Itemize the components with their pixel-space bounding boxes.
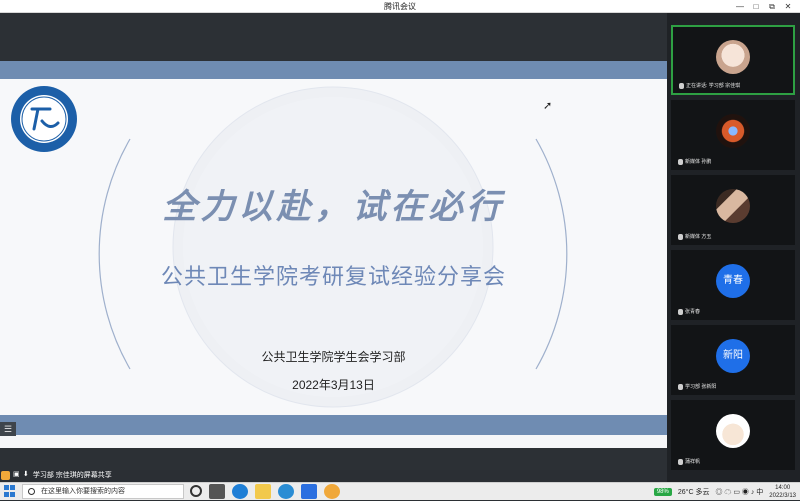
mic-icon [678,233,683,240]
edge-icon[interactable] [232,484,248,499]
participant-name: 张青春 [685,309,701,315]
mic-icon [678,158,683,165]
ie-icon[interactable] [278,484,294,499]
maximize-button[interactable]: □ [748,0,764,13]
shared-screen-area: 全力以赴，试在必行 公共卫生学院考研复试经验分享会 公共卫生学院学生会学习部 2… [0,13,667,470]
task-view-icon[interactable] [209,484,225,499]
tencent-meeting-icon[interactable] [301,484,317,499]
tray-icons[interactable]: ◎ ☁ ▭ ◉ ♪ 中 [715,487,763,497]
participant-tile[interactable]: 新媒体 孙鹏 [671,100,795,170]
clock-time: 14:00 [775,485,791,491]
download-icon: ⬇ [22,471,29,478]
presentation-slide: 全力以赴，试在必行 公共卫生学院考研复试经验分享会 公共卫生学院学生会学习部 2… [0,61,667,448]
app-icon[interactable] [324,484,340,499]
weather-label[interactable]: 26°C 多云 [678,487,710,497]
participant-avatar [716,189,750,223]
battery-indicator[interactable]: 98% [653,488,672,496]
minimize-button[interactable]: — [732,0,748,13]
participant-panel: 正在讲话: 学习部 宗佳琪 新媒体 孙鹏 新媒体 方玉 青春 张青春 新阳 学习… [667,13,800,483]
participant-name: 新媒体 方玉 [685,234,712,240]
mic-icon [678,383,683,390]
participant-tile[interactable]: 蒲祥帆 [671,400,795,470]
slide-body: 全力以赴，试在必行 公共卫生学院考研复试经验分享会 公共卫生学院学生会学习部 2… [0,79,667,415]
participant-name: 正在讲话: 学习部 宗佳琪 [686,83,741,89]
slide-subtitle: 公共卫生学院考研复试经验分享会 [160,264,506,289]
participant-tile[interactable]: 新媒体 方玉 [671,175,795,245]
user-icon [1,471,10,480]
slide-bottom-band [0,415,667,435]
windows-start-icon[interactable] [4,485,16,497]
participant-avatar [716,414,750,448]
slide-organizer: 公共卫生学院学生会学习部 [261,350,406,364]
cortana-icon[interactable] [190,485,202,497]
slide-date: 2022年3月13日 [292,378,375,392]
window-title: 腾讯会议 [384,2,416,11]
window-controls: — □ ⧉ ✕ [732,0,796,13]
clock[interactable]: 14:00 2022/3/13 [769,484,796,500]
mic-icon [678,308,683,315]
screen-share-status: ▣ ⬇ 学习部 宗佳琪的屏幕共享 [0,470,667,482]
mic-icon [678,458,683,465]
mic-icon [679,82,684,89]
slide-top-band [0,61,667,79]
taskbar-pinned-apps [190,484,340,499]
share-status-text: 学习部 宗佳琪的屏幕共享 [32,472,112,479]
file-explorer-icon[interactable] [255,484,271,499]
participant-avatar [716,40,750,74]
taskbar-search-input[interactable]: 在这里输入你要搜索的内容 [22,484,184,499]
monitor-icon: ▣ [12,471,20,478]
participant-tile[interactable]: 新阳 学习部 张新阳 [671,325,795,395]
os-taskbar: 在这里输入你要搜索的内容 98% 26°C 多云 ◎ ☁ ▭ ◉ ♪ 中 14:… [0,482,800,500]
search-icon [28,488,35,495]
participant-name: 蒲祥帆 [685,459,701,465]
participant-tile[interactable]: 正在讲话: 学习部 宗佳琪 [671,25,795,95]
restore-button[interactable]: ⧉ [764,0,780,13]
window-titlebar: 腾讯会议 — □ ⧉ ✕ [0,0,800,13]
slide-headline: 全力以赴，试在必行 [162,187,505,227]
system-tray: 98% 26°C 多云 ◎ ☁ ▭ ◉ ♪ 中 14:00 2022/3/13 [653,483,796,501]
participant-avatar [716,114,750,148]
university-logo [11,86,77,152]
participant-name: 学习部 张新阳 [685,384,717,390]
close-button[interactable]: ✕ [780,0,796,13]
search-placeholder: 在这里输入你要搜索的内容 [41,488,125,495]
participant-avatar: 新阳 [716,339,750,373]
sidebar-toggle-button[interactable]: ☰ [0,422,16,436]
participant-tile[interactable]: 青春 张青春 [671,250,795,320]
mouse-cursor-icon: ➚ [543,100,553,112]
participant-avatar: 青春 [716,264,750,298]
clock-date: 2022/3/13 [769,493,796,499]
participant-name: 新媒体 孙鹏 [685,159,712,165]
